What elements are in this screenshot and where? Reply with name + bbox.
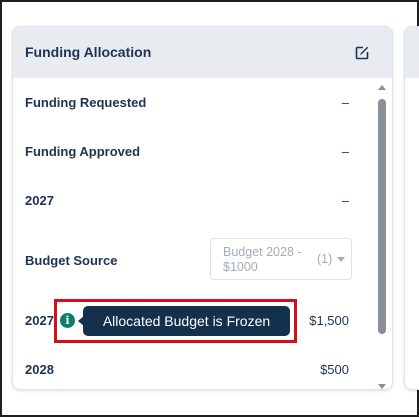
allocated-2028-value: $500 <box>320 362 349 377</box>
funding-approved-value: – <box>341 144 349 159</box>
scrollbar-thumb[interactable] <box>378 99 386 334</box>
funding-requested-label: Funding Requested <box>25 95 147 110</box>
allocated-2027-label: 2027 <box>25 313 54 328</box>
budget-source-select[interactable]: Budget 2028 - $1000 (1) <box>210 238 352 280</box>
allocated-2027-value: $1,500 <box>309 313 349 328</box>
card-title: Funding Allocation <box>25 44 152 60</box>
card-header: Funding Allocation <box>13 27 392 78</box>
scroll-up-arrow-icon[interactable] <box>378 85 386 90</box>
edit-icon[interactable] <box>354 45 370 61</box>
funding-requested-value: – <box>341 95 349 110</box>
budget-source-count: (1) <box>317 252 333 266</box>
budget-source-label: Budget Source <box>25 253 118 268</box>
funding-approved-label: Funding Approved <box>25 144 141 159</box>
adjacent-card <box>404 26 419 390</box>
highlight-annotation-box <box>54 299 297 343</box>
scrollbar[interactable] <box>376 85 388 389</box>
year-2027-value: – <box>341 193 349 208</box>
allocated-2028-label: 2028 <box>25 362 54 377</box>
year-2027-label: 2027 <box>25 193 54 208</box>
adjacent-card-header <box>405 27 419 78</box>
budget-source-selected: Budget 2028 - $1000 <box>223 245 302 274</box>
scroll-down-arrow-icon[interactable] <box>378 384 386 389</box>
chevron-down-icon <box>337 257 345 262</box>
